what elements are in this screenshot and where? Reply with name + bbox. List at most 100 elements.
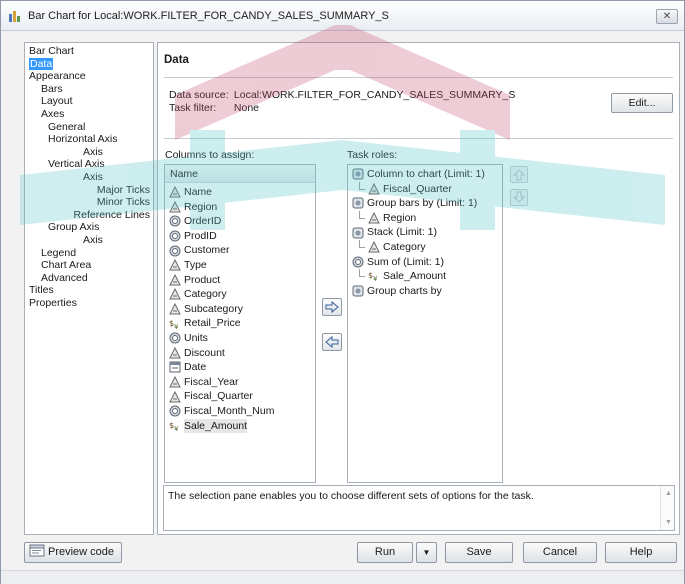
role-label: Sum of (Limit: 1) [367,255,445,268]
title-bar: Bar Chart for Local:WORK.FILTER_FOR_CAND… [1,1,684,31]
run-options-dropdown[interactable]: ▼ [416,542,437,563]
nav-item-minor-ticks[interactable]: Minor Ticks [97,196,150,208]
column-name: OrderID [184,215,222,228]
nav-item-horizontal-axis[interactable]: Horizontal Axis [48,133,117,145]
save-button[interactable]: Save [445,542,513,563]
column-item[interactable]: Customer [165,243,315,258]
move-up-button[interactable] [510,166,528,183]
add-to-role-button[interactable] [322,298,342,316]
column-item[interactable]: $ ¥ Sale_Amount [165,418,315,434]
panel-title: Data [164,54,189,66]
column-item[interactable]: Discount [165,346,315,361]
nav-item-axis[interactable]: Axis [83,234,103,246]
nav-item-data[interactable]: Data [29,57,54,71]
move-down-button[interactable] [510,189,528,206]
columns-list-header[interactable]: Name [165,165,315,183]
edit-button[interactable]: Edit... [611,93,673,113]
column-item[interactable]: Units [165,331,315,346]
role-assigned-column[interactable]: Region [348,211,502,226]
column-item[interactable]: Fiscal_Month_Num [165,404,315,419]
character-icon [169,302,181,315]
role-assigned-column[interactable]: Fiscal_Quarter [348,181,502,197]
run-button[interactable]: Run [357,542,413,563]
column-item[interactable]: ProdID [165,229,315,244]
close-button[interactable]: ✕ [656,9,678,24]
scroll-down-icon[interactable]: ▼ [665,519,672,526]
currency-icon: $ ¥ [169,318,181,331]
help-text: The selection pane enables you to choose… [168,490,534,502]
numeric-icon [169,215,181,227]
column-name: Name [184,186,213,198]
dropdown-arrow-icon: ▼ [422,548,431,557]
task-roles-list[interactable]: Column to chart (Limit: 1) Fiscal_Quarter… [347,164,503,483]
nav-item-axis[interactable]: Axis [83,171,103,183]
remove-from-role-button[interactable] [322,333,342,351]
character-icon [169,273,181,286]
close-icon: ✕ [662,11,672,22]
column-item[interactable]: Subcategory [165,302,315,317]
role-item[interactable]: Column to chart (Limit: 1) [348,167,502,182]
column-name: Discount [184,346,225,359]
scroll-up-icon[interactable]: ▲ [665,490,672,497]
preview-code-button[interactable]: Preview code [24,542,122,563]
column-item[interactable]: Region [165,200,315,215]
column-item[interactable]: Name [165,185,315,200]
svg-text:¥: ¥ [174,425,179,432]
column-item[interactable]: Fiscal_Year [165,375,315,390]
help-scrollbar[interactable]: ▲ ▼ [660,486,674,530]
columns-label: Columns to assign: [165,149,255,161]
currency-icon: $ ¥ [169,420,181,433]
nav-item-bars[interactable]: Bars [41,83,63,95]
help-button[interactable]: Help [605,542,677,563]
nav-item-titles[interactable]: Titles [29,284,54,296]
numeric-icon [352,256,364,268]
nav-item-axis[interactable]: Axis [83,146,103,158]
help-text-box: The selection pane enables you to choose… [163,485,675,531]
cancel-button[interactable]: Cancel [523,542,597,563]
column-name: Category [184,288,227,301]
role-assigned-column[interactable]: Category [348,240,502,255]
data-source-value: Local:WORK.FILTER_FOR_CANDY_SALES_SUMMAR… [233,89,516,101]
column-name: ProdID [184,229,217,242]
nav-item-axes[interactable]: Axes [41,108,64,120]
column-item[interactable]: Product [165,273,315,288]
column-item[interactable]: $ ¥ Retail_Price [165,316,315,331]
nav-item-appearance[interactable]: Appearance [29,70,86,82]
role-item[interactable]: Group bars by (Limit: 1) [348,196,502,211]
nav-item-reference-lines[interactable]: Reference Lines [74,209,150,221]
role-item[interactable]: Group charts by [348,284,502,299]
columns-list[interactable]: Name Name Region OrderID ProdID Customer Type… [164,164,316,483]
nav-item-legend[interactable]: Legend [41,247,76,259]
nav-item-advanced[interactable]: Advanced [41,272,88,284]
svg-text:¥: ¥ [174,323,179,330]
nav-item-general[interactable]: General [48,121,85,133]
role-label: Column to chart (Limit: 1) [367,168,485,180]
role-item[interactable]: Stack (Limit: 1) [348,225,502,240]
column-item[interactable]: Type [165,258,315,273]
nav-item-vertical-axis[interactable]: Vertical Axis [48,158,105,170]
date-icon [169,361,181,373]
character-icon [169,390,181,403]
character-icon [169,288,181,300]
tree-connector [359,269,365,278]
column-item[interactable]: OrderID [165,214,315,229]
task-filter-row: Task filter: None [169,102,259,114]
nav-item-chart-area[interactable]: Chart Area [41,259,91,271]
column-item[interactable]: Fiscal_Quarter [165,389,315,404]
nav-item-bar-chart[interactable]: Bar Chart [29,45,74,57]
role-assigned-column[interactable]: $ ¥ Sale_Amount [348,269,502,284]
bar-chart-dialog: Bar Chart for Local:WORK.FILTER_FOR_CAND… [0,0,685,584]
nav-item-major-ticks[interactable]: Major Ticks [97,184,150,196]
task-filter-value: None [233,102,260,114]
column-name: Sale_Amount [184,418,248,434]
data-panel: Data Data source: Local:WORK.FILTER_FOR_… [157,42,680,535]
nav-item-properties[interactable]: Properties [29,297,77,309]
role-label: Category [383,240,426,253]
nav-item-group-axis[interactable]: Group Axis [48,221,99,233]
column-name: Subcategory [184,302,243,315]
run-label: Run [374,546,396,558]
nav-item-layout[interactable]: Layout [41,95,73,107]
role-item[interactable]: Sum of (Limit: 1) [348,255,502,270]
column-item[interactable]: Date [165,360,315,375]
column-item[interactable]: Category [165,287,315,302]
